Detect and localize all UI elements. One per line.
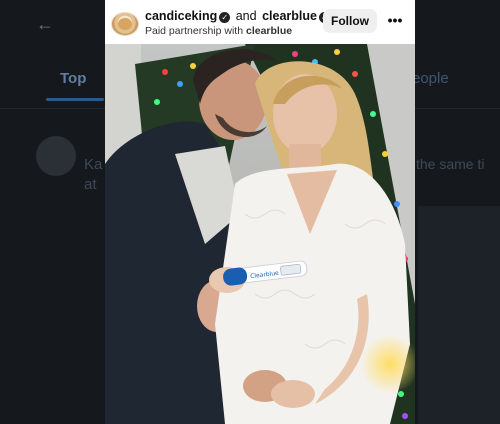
post-authors: candiceking✓ and clearblue✓ xyxy=(145,9,330,23)
partner-name[interactable]: clearblue xyxy=(262,9,317,23)
post-text-snippet-right: the same ti xyxy=(416,156,485,172)
paid-partnership-prefix: Paid partnership with xyxy=(145,25,244,37)
media-thumbnail[interactable] xyxy=(418,206,500,424)
account-avatar[interactable] xyxy=(111,12,139,36)
paid-partnership-label: Paid partnership with clearblue xyxy=(145,25,292,37)
post-header: candiceking✓ and clearblue✓ Paid partner… xyxy=(105,0,415,44)
tab-top[interactable]: Top xyxy=(60,70,86,87)
connector-text: and xyxy=(235,9,257,23)
avatar[interactable] xyxy=(36,136,76,176)
tab-people[interactable]: eople xyxy=(412,70,449,87)
tab-active-indicator xyxy=(46,98,104,101)
more-horizontal-icon[interactable]: ••• xyxy=(385,12,405,30)
post-text-snippet: Ka xyxy=(84,156,103,173)
post-text-snippet-2: at xyxy=(84,176,97,193)
instagram-post-card: candiceking✓ and clearblue✓ Paid partner… xyxy=(105,0,415,424)
account-name[interactable]: candiceking xyxy=(145,9,217,23)
verified-badge-icon: ✓ xyxy=(219,12,231,23)
post-photo[interactable]: Clearblue xyxy=(105,44,415,424)
arrow-left-icon[interactable]: ← xyxy=(36,14,54,35)
couple-photo-illustration: Clearblue xyxy=(105,44,415,424)
paid-partner-link[interactable]: clearblue xyxy=(246,25,292,37)
follow-button[interactable]: Follow xyxy=(323,9,377,33)
